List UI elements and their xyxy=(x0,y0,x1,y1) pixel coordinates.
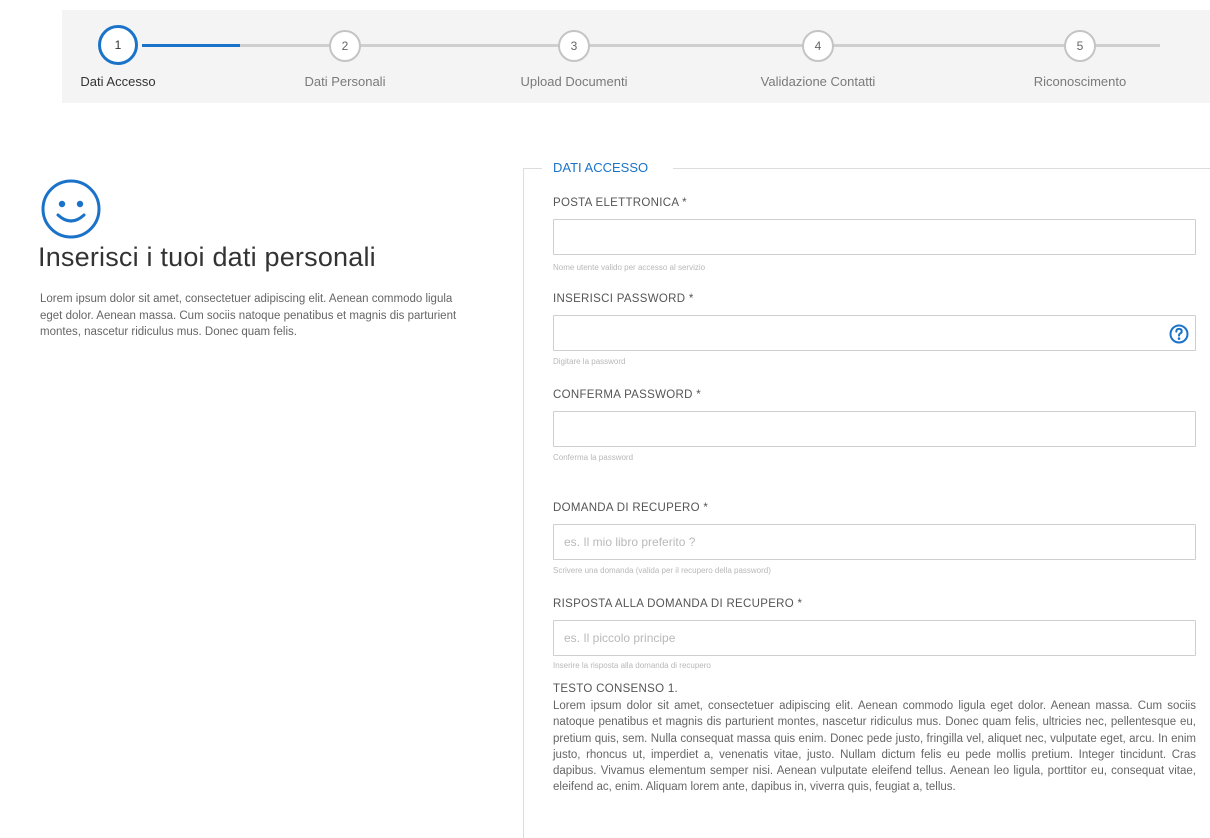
consent-text: Lorem ipsum dolor sit amet, consectetuer… xyxy=(553,700,1196,794)
recovery-answer-field[interactable] xyxy=(554,621,1195,655)
step-4-circle[interactable]: 4 xyxy=(802,30,834,62)
stepper-progress-line xyxy=(142,44,240,47)
confirm-password-field-box xyxy=(553,411,1196,447)
step-1-label[interactable]: Dati Accesso xyxy=(28,74,208,89)
step-5-circle[interactable]: 5 xyxy=(1064,30,1096,62)
email-hint: Nome utente valido per accesso al serviz… xyxy=(553,263,706,272)
smiley-face-icon xyxy=(40,178,102,245)
recovery-answer-field-box xyxy=(553,620,1196,656)
email-field-box xyxy=(553,219,1196,255)
step-3-circle[interactable]: 3 xyxy=(558,30,590,62)
confirm-password-hint: Conferma la password xyxy=(553,453,634,462)
stepper-track-line xyxy=(240,44,1160,47)
fieldset-legend: DATI ACCESSO xyxy=(553,160,649,175)
step-5-label[interactable]: Riconoscimento xyxy=(990,74,1170,89)
password-label: INSERISCI PASSWORD * xyxy=(553,293,694,305)
password-hint: Digitare la password xyxy=(553,357,626,366)
confirm-password-field[interactable] xyxy=(554,412,1195,446)
recovery-question-label: DOMANDA DI RECUPERO * xyxy=(553,502,709,514)
password-field-box xyxy=(553,315,1196,351)
consent-title: TESTO CONSENSO 1. xyxy=(553,683,679,695)
password-field[interactable] xyxy=(554,316,1195,350)
recovery-question-field[interactable] xyxy=(554,525,1195,559)
step-4-label[interactable]: Validazione Contatti xyxy=(728,74,908,89)
progress-stepper: 1 Dati Accesso 2 Dati Personali 3 Upload… xyxy=(62,10,1210,103)
fieldset-border-left-top xyxy=(523,168,542,169)
confirm-password-label: CONFERMA PASSWORD * xyxy=(553,389,701,401)
recovery-question-hint: Scrivere una domanda (valida per il recu… xyxy=(553,566,771,575)
fieldset-border-vertical xyxy=(523,168,524,838)
recovery-question-field-box xyxy=(553,524,1196,560)
fieldset-border-right-top xyxy=(673,168,1210,169)
step-1-circle[interactable]: 1 xyxy=(98,25,138,65)
step-2-label[interactable]: Dati Personali xyxy=(255,74,435,89)
recovery-answer-hint: Inserire la risposta alla domanda di rec… xyxy=(553,661,711,670)
question-circle-icon[interactable] xyxy=(1169,324,1189,349)
email-field[interactable] xyxy=(554,220,1195,254)
step-3-label[interactable]: Upload Documenti xyxy=(484,74,664,89)
email-label: POSTA ELETTRONICA * xyxy=(553,197,687,209)
step-2-circle[interactable]: 2 xyxy=(329,30,361,62)
recovery-answer-label: RISPOSTA ALLA DOMANDA DI RECUPERO * xyxy=(553,598,803,610)
page-title: Inserisci i tuoi dati personali xyxy=(38,242,376,272)
page-description: Lorem ipsum dolor sit amet, consectetuer… xyxy=(40,293,457,338)
